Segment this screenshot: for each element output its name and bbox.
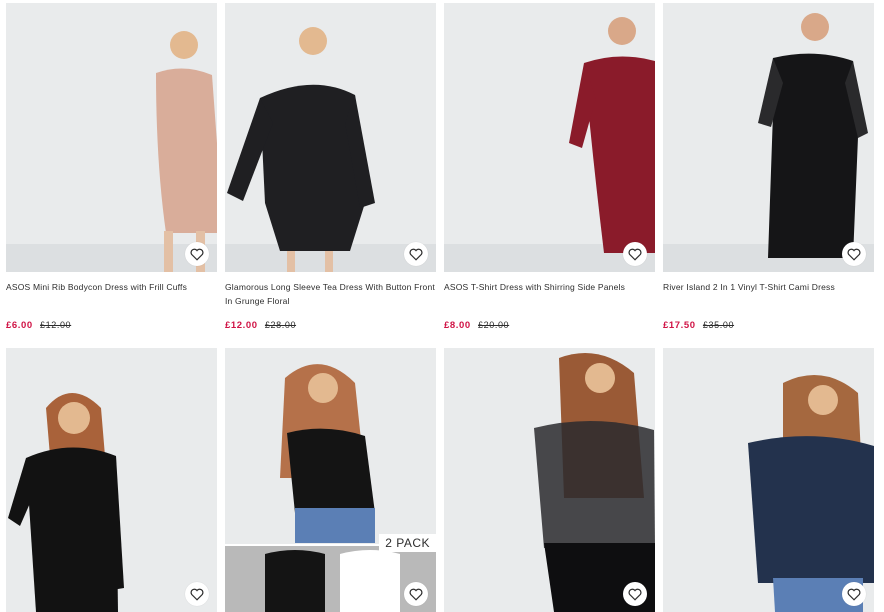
heart-icon [190,248,204,261]
product-card[interactable] [663,348,874,612]
product-image[interactable] [6,3,217,272]
product-card[interactable] [6,348,217,612]
heart-icon [190,588,204,601]
save-for-later-button[interactable] [623,582,647,606]
save-for-later-button[interactable] [404,242,428,266]
model-figure [534,353,655,612]
price-row: £17.50 £35.00 [663,320,874,331]
heart-icon [628,588,642,601]
product-image[interactable]: 2 PACK [225,348,436,612]
save-for-later-button[interactable] [404,582,428,606]
product-grid: ASOS Mini Rib Bodycon Dress with Frill C… [0,0,884,612]
heart-icon [847,588,861,601]
model-figure [227,27,375,272]
product-card[interactable] [444,348,655,612]
product-image[interactable] [6,348,217,612]
product-title[interactable]: ASOS T-Shirt Dress with Shirring Side Pa… [444,280,655,308]
product-title[interactable]: ASOS Mini Rib Bodycon Dress with Frill C… [6,280,217,308]
product-card[interactable]: ASOS Mini Rib Bodycon Dress with Frill C… [6,3,217,331]
price-row: £8.00 £20.00 [444,320,655,331]
heart-icon [409,248,423,261]
product-image[interactable] [663,3,874,272]
heart-icon [628,248,642,261]
sale-price: £12.00 [225,320,258,331]
heart-icon [409,588,423,601]
product-card[interactable]: ASOS T-Shirt Dress with Shirring Side Pa… [444,3,655,331]
model-figure [748,375,874,612]
original-price: £12.00 [40,320,72,330]
save-for-later-button[interactable] [842,582,866,606]
original-price: £20.00 [478,320,510,330]
price-row: £6.00 £12.00 [6,320,217,331]
model-figure [569,17,655,253]
price-row: £12.00 £28.00 [225,320,436,331]
model-figure [758,13,868,258]
product-title[interactable]: Glamorous Long Sleeve Tea Dress With But… [225,280,436,308]
model-figure [156,31,217,272]
product-image[interactable] [663,348,874,612]
product-image[interactable] [225,3,436,272]
save-for-later-button[interactable] [185,582,209,606]
original-price: £28.00 [264,320,297,330]
two-pack-preview [225,544,436,612]
sale-price: £6.00 [6,320,33,331]
two-pack-garments [265,550,400,612]
product-card[interactable]: 2 PACK [225,348,436,612]
model-figure [8,393,124,612]
sale-price: £8.00 [444,320,471,331]
product-card[interactable]: Glamorous Long Sleeve Tea Dress With But… [225,3,436,331]
save-for-later-button[interactable] [185,242,209,266]
product-image[interactable] [444,3,655,272]
product-card[interactable]: River Island 2 In 1 Vinyl T-Shirt Cami D… [663,3,874,331]
product-title[interactable]: River Island 2 In 1 Vinyl T-Shirt Cami D… [663,280,874,308]
pack-badge: 2 PACK [379,534,436,552]
sale-price: £17.50 [663,320,696,331]
heart-icon [847,248,861,261]
product-image[interactable] [444,348,655,612]
original-price: £35.00 [702,320,735,330]
save-for-later-button[interactable] [842,242,866,266]
save-for-later-button[interactable] [623,242,647,266]
